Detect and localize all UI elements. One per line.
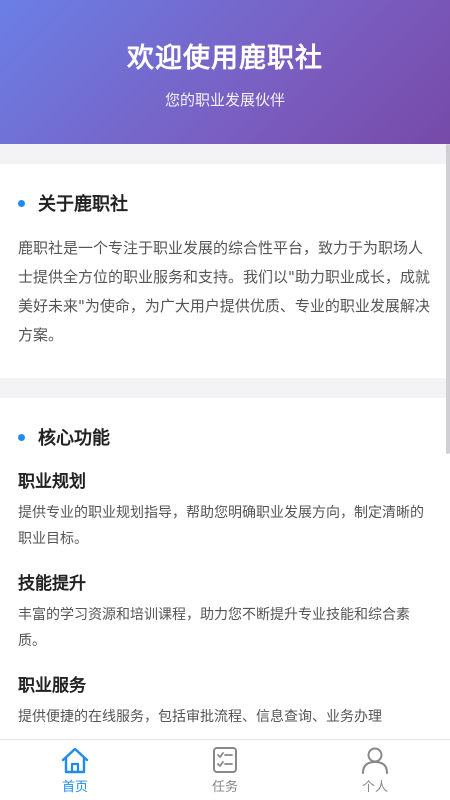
home-icon <box>61 747 89 774</box>
feature-title: 职业服务 <box>18 676 86 696</box>
feature-item: 职业规划 提供专业的职业规划指导，帮助您明确职业发展方向，制定清晰的职业目标。 <box>18 468 432 552</box>
feature-item: 技能提升 丰富的学习资源和培训课程，助力您不断提升专业技能和综合素质。 <box>18 570 432 654</box>
feature-item: 职业服务 提供便捷的在线服务，包括审批流程、信息查询、业务办理 <box>18 672 432 730</box>
tab-home-label: 首页 <box>61 780 88 795</box>
content-scroll[interactable]: 关于鹿职社 鹿职社是一个专注于职业发展的综合性平台，致力于为职场人士提供全方位的… <box>0 144 450 740</box>
about-description: 鹿职社是一个专注于职业发展的综合性平台，致力于为职场人士提供全方位的职业服务和支… <box>18 239 430 344</box>
about-title: 关于鹿职社 <box>38 194 128 215</box>
scrollbar[interactable] <box>446 144 450 454</box>
feature-title: 技能提升 <box>18 574 86 594</box>
tab-tasks-label: 任务 <box>211 780 238 795</box>
page-title: 欢迎使用鹿职社 <box>127 43 323 74</box>
tab-profile[interactable]: 个人 <box>300 740 450 800</box>
page-subtitle: 您的职业发展伙伴 <box>164 91 285 109</box>
features-section-title: 核心功能 <box>18 424 432 450</box>
bullet-dot-icon <box>18 433 25 441</box>
bullet-dot-icon <box>18 199 25 207</box>
feature-description: 提供便捷的在线服务，包括审批流程、信息查询、业务办理 <box>18 709 382 725</box>
task-icon <box>213 747 237 773</box>
tab-home[interactable]: 首页 <box>0 740 150 800</box>
features-card: 核心功能 职业规划 提供专业的职业规划指导，帮助您明确职业发展方向，制定清晰的职… <box>0 398 450 740</box>
about-section-title: 关于鹿职社 <box>18 190 432 216</box>
bottom-tab-bar: 首页 任务 个人 <box>0 739 450 800</box>
app-header: 欢迎使用鹿职社 您的职业发展伙伴 <box>0 0 450 144</box>
about-card: 关于鹿职社 鹿职社是一个专注于职业发展的综合性平台，致力于为职场人士提供全方位的… <box>0 164 450 378</box>
feature-title: 职业规划 <box>18 472 86 492</box>
feature-description: 提供专业的职业规划指导，帮助您明确职业发展方向，制定清晰的职业目标。 <box>18 505 424 547</box>
user-icon <box>362 747 388 774</box>
feature-description: 丰富的学习资源和培训课程，助力您不断提升专业技能和综合素质。 <box>18 607 410 649</box>
tab-tasks[interactable]: 任务 <box>150 740 300 800</box>
tab-profile-label: 个人 <box>361 780 388 795</box>
features-title: 核心功能 <box>38 428 110 449</box>
